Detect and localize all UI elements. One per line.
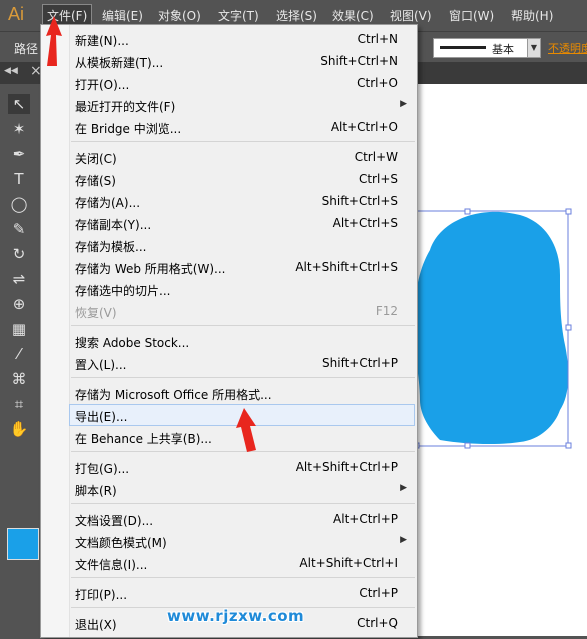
watermark: www.rjzxw.com — [167, 607, 305, 625]
red-arrow-icon — [46, 16, 62, 66]
red-arrow-icon — [236, 408, 256, 452]
annotation-arrows — [46, 16, 256, 452]
